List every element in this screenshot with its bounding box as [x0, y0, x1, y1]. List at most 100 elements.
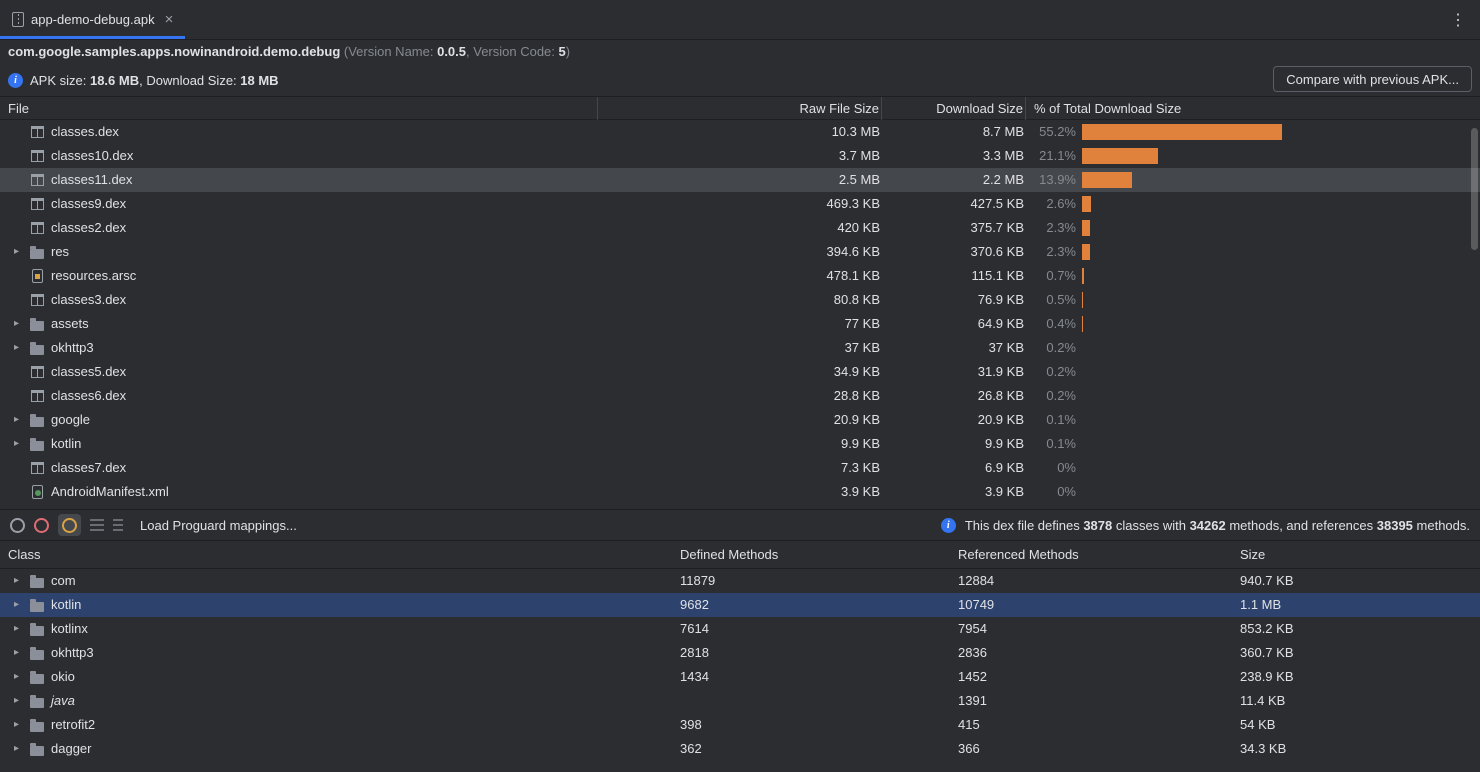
class-row[interactable]: ▸dagger36236634.3 KB	[0, 737, 1480, 761]
class-row[interactable]: ▸com1187912884940.7 KB	[0, 569, 1480, 593]
file-row[interactable]: ▸res394.6 KB370.6 KB2.3%	[0, 240, 1480, 264]
class-name-cell: ▸okhttp3	[0, 641, 672, 665]
download-percent-cell: 2.6%	[1026, 192, 1480, 216]
file-row[interactable]: classes11.dex2.5 MB2.2 MB13.9%	[0, 168, 1480, 192]
file-row[interactable]: classes9.dex469.3 KB427.5 KB2.6%	[0, 192, 1480, 216]
file-row[interactable]: classes5.dex34.9 KB31.9 KB0.2%	[0, 360, 1480, 384]
expand-chevron-icon[interactable]: ▸	[14, 336, 29, 360]
version-close: )	[566, 44, 570, 59]
download-percent-label: 0%	[1026, 456, 1076, 480]
file-table-body: classes.dex10.3 MB8.7 MB55.2%classes10.d…	[0, 120, 1480, 504]
referenced-methods-cell: 2836	[950, 641, 1232, 665]
dex-file-icon	[29, 220, 45, 236]
class-row[interactable]: ▸kotlin9682107491.1 MB	[0, 593, 1480, 617]
file-name: classes9.dex	[51, 192, 126, 216]
download-percent-label: 0.4%	[1026, 312, 1076, 336]
file-name: classes6.dex	[51, 384, 126, 408]
expand-all-icon[interactable]	[90, 519, 104, 532]
folder-icon	[29, 621, 45, 637]
file-row[interactable]: ▸assets77 KB64.9 KB0.4%	[0, 312, 1480, 336]
file-row[interactable]: AndroidManifest.xml3.9 KB3.9 KB0%	[0, 480, 1480, 504]
folder-icon	[29, 693, 45, 709]
kebab-menu-icon[interactable]: ⋮	[1450, 10, 1466, 30]
download-percent-bar	[1082, 148, 1158, 164]
file-row[interactable]: classes2.dex420 KB375.7 KB2.3%	[0, 216, 1480, 240]
class-row[interactable]: ▸okhttp328182836360.7 KB	[0, 641, 1480, 665]
column-header-file[interactable]: File	[0, 97, 598, 120]
collapse-all-icon[interactable]	[113, 519, 127, 532]
class-row[interactable]: ▸kotlinx76147954853.2 KB	[0, 617, 1480, 641]
defined-methods-cell: 11879	[672, 569, 950, 593]
download-size-cell: 2.2 MB	[882, 168, 1026, 192]
download-percent-cell: 0.7%	[1026, 264, 1480, 288]
class-name-cell: ▸kotlinx	[0, 617, 672, 641]
download-percent-bar	[1082, 244, 1090, 260]
file-row[interactable]: classes6.dex28.8 KB26.8 KB0.2%	[0, 384, 1480, 408]
class-row[interactable]: ▸java139111.4 KB	[0, 689, 1480, 713]
expand-chevron-icon[interactable]: ▸	[14, 689, 29, 713]
file-row[interactable]: ▸kotlin9.9 KB9.9 KB0.1%	[0, 432, 1480, 456]
download-size-cell: 6.9 KB	[882, 456, 1026, 480]
download-percent-label: 0.2%	[1026, 360, 1076, 384]
expand-chevron-icon[interactable]: ▸	[14, 665, 29, 689]
vertical-scrollbar[interactable]	[1471, 128, 1478, 250]
package-name: com.google.samples.apps.nowinandroid.dem…	[8, 44, 340, 59]
file-row[interactable]: resources.arsc478.1 KB115.1 KB0.7%	[0, 264, 1480, 288]
defined-methods-cell: 7614	[672, 617, 950, 641]
expand-chevron-icon[interactable]: ▸	[14, 713, 29, 737]
file-row[interactable]: ▸google20.9 KB20.9 KB0.1%	[0, 408, 1480, 432]
file-row[interactable]: classes3.dex80.8 KB76.9 KB0.5%	[0, 288, 1480, 312]
download-percent-label: 0.7%	[1026, 264, 1076, 288]
tab-apk-analyzer[interactable]: app-demo-debug.apk ×	[0, 0, 185, 39]
download-percent-label: 55.2%	[1026, 120, 1076, 144]
class-name-cell: ▸okio	[0, 665, 672, 689]
size-cell: 853.2 KB	[1232, 617, 1480, 641]
file-row[interactable]: ▸okhttp337 KB37 KB0.2%	[0, 336, 1480, 360]
file-name-cell: classes7.dex	[0, 456, 598, 480]
column-header-download-size[interactable]: Download Size	[882, 97, 1026, 120]
load-proguard-mappings-button[interactable]: Load Proguard mappings...	[140, 518, 297, 533]
show-methods-toggle-icon[interactable]	[34, 518, 49, 533]
file-row[interactable]: classes10.dex3.7 MB3.3 MB21.1%	[0, 144, 1480, 168]
column-header-class[interactable]: Class	[0, 541, 672, 569]
raw-size-cell: 10.3 MB	[598, 120, 882, 144]
size-cell: 238.9 KB	[1232, 665, 1480, 689]
column-header-percent-of-total[interactable]: % of Total Download Size	[1026, 97, 1480, 120]
download-percent-label: 2.3%	[1026, 240, 1076, 264]
class-row[interactable]: ▸retrofit239841554 KB	[0, 713, 1480, 737]
expand-chevron-icon[interactable]: ▸	[14, 312, 29, 336]
expand-chevron-icon[interactable]: ▸	[14, 240, 29, 264]
expand-chevron-icon[interactable]: ▸	[14, 617, 29, 641]
file-name-cell: classes3.dex	[0, 288, 598, 312]
apk-file-icon	[12, 12, 24, 27]
show-classes-toggle-icon[interactable]	[10, 518, 25, 533]
column-header-defined-methods[interactable]: Defined Methods	[672, 541, 950, 569]
expand-chevron-icon[interactable]: ▸	[14, 641, 29, 665]
expand-chevron-icon[interactable]: ▸	[14, 593, 29, 617]
file-name-cell: resources.arsc	[0, 264, 598, 288]
class-row[interactable]: ▸okio14341452238.9 KB	[0, 665, 1480, 689]
download-percent-bar	[1082, 220, 1090, 236]
column-header-size[interactable]: Size	[1232, 541, 1480, 569]
download-percent-bar	[1082, 172, 1132, 188]
show-fields-toggle[interactable]	[58, 514, 81, 536]
file-row[interactable]: classes.dex10.3 MB8.7 MB55.2%	[0, 120, 1480, 144]
download-percent-cell: 55.2%	[1026, 120, 1480, 144]
expand-chevron-icon[interactable]: ▸	[14, 737, 29, 761]
file-row[interactable]: classes7.dex7.3 KB6.9 KB0%	[0, 456, 1480, 480]
compare-apk-button[interactable]: Compare with previous APK...	[1273, 66, 1472, 92]
column-header-raw-file-size[interactable]: Raw File Size	[598, 97, 882, 120]
expand-chevron-icon[interactable]: ▸	[14, 569, 29, 593]
download-percent-cell: 2.3%	[1026, 216, 1480, 240]
class-name-cell: ▸java	[0, 689, 672, 713]
download-percent-label: 0.2%	[1026, 336, 1076, 360]
close-icon[interactable]: ×	[165, 12, 174, 27]
column-header-referenced-methods[interactable]: Referenced Methods	[950, 541, 1232, 569]
expand-chevron-icon[interactable]: ▸	[14, 408, 29, 432]
download-percent-label: 13.9%	[1026, 168, 1076, 192]
raw-size-cell: 20.9 KB	[598, 408, 882, 432]
expand-chevron-icon[interactable]: ▸	[14, 432, 29, 456]
folder-icon	[29, 741, 45, 757]
raw-size-cell: 28.8 KB	[598, 384, 882, 408]
arsc-file-icon	[29, 268, 45, 284]
